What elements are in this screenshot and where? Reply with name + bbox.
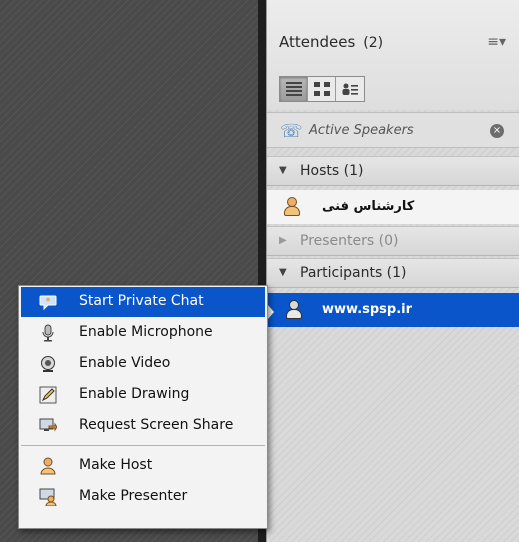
collapsed-triangle-icon: ▶	[279, 235, 287, 246]
section-hosts-label: Hosts (1)	[300, 163, 364, 179]
active-speakers-label: Active Speakers	[309, 123, 414, 138]
list-view-icon	[286, 82, 302, 96]
grid-view-icon	[314, 82, 330, 96]
menu-item-make-presenter[interactable]: Make Presenter	[21, 482, 265, 512]
participant-avatar-icon	[285, 300, 303, 320]
pencil-icon	[39, 386, 57, 404]
expanded-triangle-icon: ▼	[279, 267, 287, 278]
menu-item-label: Enable Microphone	[79, 324, 213, 340]
attendee-name: www.spsp.ir	[322, 302, 413, 317]
expanded-triangle-icon: ▼	[279, 165, 287, 176]
attendee-row-host[interactable]: کارشناس فنی	[267, 190, 519, 224]
section-presenters[interactable]: ▶ Presenters (0)	[267, 226, 519, 256]
menu-item-label: Make Host	[79, 457, 153, 473]
menu-item-enable-video[interactable]: Enable Video	[21, 349, 265, 379]
view-mode-toggle	[279, 76, 365, 102]
section-participants[interactable]: ▼ Participants (1)	[267, 258, 519, 288]
attendees-pod-header: Attendees (2) ≡▾	[267, 0, 519, 110]
host-icon	[40, 457, 56, 475]
menu-item-label: Make Presenter	[79, 488, 188, 504]
attendees-pod: Attendees (2) ≡▾ ☏ Active Speakers × ▼ H…	[266, 0, 519, 542]
attendee-row-participant[interactable]: www.spsp.ir	[267, 293, 519, 327]
presenter-icon	[39, 488, 57, 506]
screen-share-icon	[39, 418, 57, 432]
menu-item-label: Enable Video	[79, 355, 171, 371]
grid-view-button[interactable]	[308, 77, 336, 101]
attendee-list-icon	[342, 83, 358, 95]
pod-options-menu-icon[interactable]: ≡▾	[487, 34, 506, 50]
attendee-context-menu: Start Private Chat Enable Microphone Ena…	[18, 285, 268, 529]
menu-item-label: Start Private Chat	[79, 293, 204, 309]
chat-bubble-icon	[39, 295, 57, 311]
phone-speaker-icon: ☏	[280, 121, 303, 142]
menu-item-label: Request Screen Share	[79, 417, 234, 433]
section-participants-label: Participants (1)	[300, 265, 407, 281]
pod-title-label: Attendees	[279, 33, 356, 51]
webcam-icon	[41, 356, 55, 372]
menu-item-enable-microphone[interactable]: Enable Microphone	[21, 318, 265, 348]
attendee-count: (2)	[363, 35, 384, 51]
close-icon[interactable]: ×	[490, 124, 504, 138]
menu-item-start-private-chat[interactable]: Start Private Chat	[21, 287, 265, 317]
pod-title: Attendees (2)	[279, 33, 383, 51]
attendee-name: کارشناس فنی	[322, 199, 415, 214]
active-speakers-bar[interactable]: ☏ Active Speakers ×	[267, 112, 519, 148]
microphone-icon	[42, 324, 54, 342]
menu-item-make-host[interactable]: Make Host	[21, 451, 265, 481]
section-presenters-label: Presenters (0)	[300, 233, 399, 249]
menu-item-label: Enable Drawing	[79, 386, 190, 402]
menu-item-request-screen-share[interactable]: Request Screen Share	[21, 411, 265, 441]
attendee-list-button[interactable]	[336, 77, 364, 101]
context-menu-pointer	[268, 305, 274, 319]
host-avatar-icon	[283, 197, 301, 217]
menu-separator	[21, 445, 265, 446]
section-hosts[interactable]: ▼ Hosts (1)	[267, 156, 519, 186]
menu-item-enable-drawing[interactable]: Enable Drawing	[21, 380, 265, 410]
list-view-button[interactable]	[280, 77, 308, 101]
